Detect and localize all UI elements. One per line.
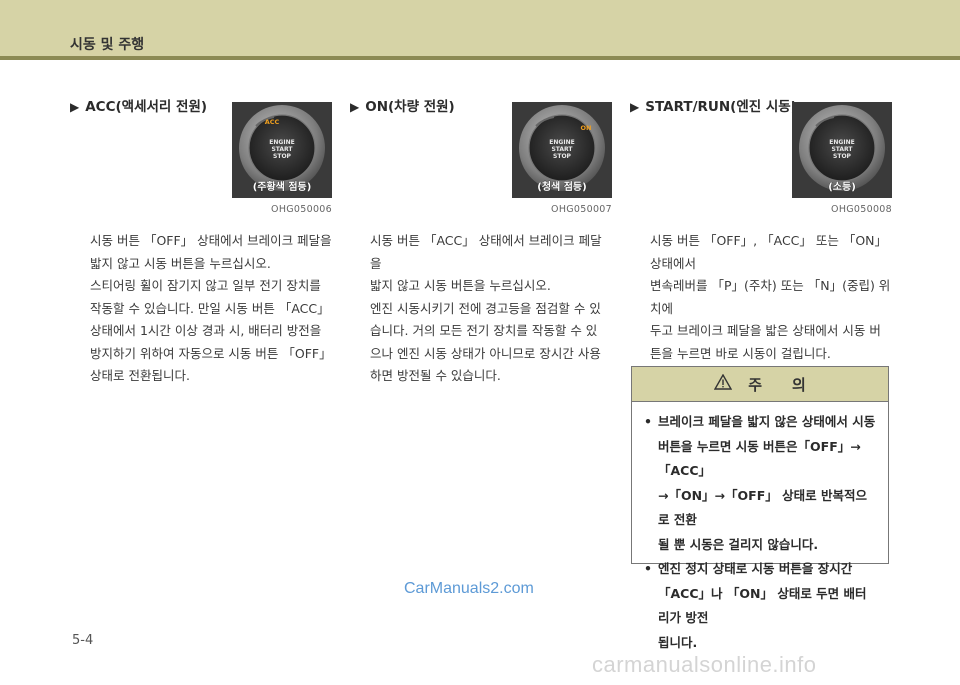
triangle-bullet-icon: ▶ <box>70 100 80 114</box>
section-acc: ▶ ACC(액세서리 전원) ACC ENGINE START STOP (주황색 점등… <box>70 98 332 383</box>
figure-caption: (소등) <box>828 181 856 193</box>
body-line: 시동 버튼 「OFF」, 「ACC」 또는 「ON」 상태에서 <box>650 233 888 271</box>
caution-item: • 브레이크 페달을 밟지 않은 상태에서 시동버튼을 누르면 시동 버튼은「OF… <box>644 410 878 557</box>
section-body: 시동 버튼 「OFF」 상태에서 브레이크 페달을밟지 않고 시동 버튼을 누르… <box>90 230 332 388</box>
button-text-line: ENGINE <box>269 139 294 146</box>
body-line: 으나 엔진 시동 상태가 아니므로 장시간 사용 <box>370 345 601 361</box>
body-line: 튼을 누르면 바로 시동이 걸립니다. <box>650 345 831 361</box>
figure-code: OHG050006 <box>271 204 332 215</box>
body-line: 밟지 않고 시동 버튼을 누르십시오. <box>90 255 271 271</box>
body-line: 시동 버튼 「OFF」 상태에서 브레이크 페달을 <box>90 233 332 248</box>
footer-watermark: carmanualsonline.info <box>592 652 817 677</box>
button-text-line: ENGINE <box>829 139 854 146</box>
body-line: 엔진 시동시키기 전에 경고등을 점검할 수 있 <box>370 300 601 316</box>
caution-line: 될 뿐 시동은 걸리지 않습니다. <box>658 536 819 552</box>
bullet-icon: • <box>644 561 652 576</box>
button-text-line: START <box>831 146 853 153</box>
body-line: 상태로 전환됩니다. <box>90 368 190 383</box>
start-button-figure: ACC ENGINE START STOP (주황색 점등) <box>232 102 332 198</box>
caution-list: • 브레이크 페달을 밟지 않은 상태에서 시동버튼을 누르면 시동 버튼은「OF… <box>632 402 888 655</box>
figure-code: OHG050008 <box>831 204 892 215</box>
triangle-bullet-icon: ▶ <box>350 100 360 114</box>
page-header-title: 시동 및 주행 <box>70 37 145 53</box>
caution-title-2: 의 <box>792 375 806 394</box>
figure-caption: (주황색 점등) <box>253 180 312 193</box>
button-text-line: ENGINE <box>549 139 574 146</box>
lamp-label: ACC <box>265 118 280 126</box>
body-line: 방지하기 위하여 자동으로 시동 버튼 「OFF」 <box>90 345 332 361</box>
triangle-bullet-icon: ▶ <box>630 100 640 114</box>
start-button-figure: ON ENGINE START STOP (청색 점등) <box>512 102 612 198</box>
caution-line: 엔진 정지 상태로 시동 버튼을 장시간 <box>658 561 853 576</box>
body-line: 하면 방전될 수 있습니다. <box>370 368 501 383</box>
lamp-label: ON <box>581 124 592 132</box>
button-text-line: START <box>551 146 573 153</box>
body-line: 두고 브레이크 페달을 밟은 상태에서 시동 버 <box>650 323 881 338</box>
body-line: 상태에서 1시간 이상 경과 시, 배터리 방전을 <box>90 323 322 338</box>
button-text-line: STOP <box>273 153 292 160</box>
section-body: 시동 버튼 「ACC」 상태에서 브레이크 페달을밟지 않고 시동 버튼을 누르… <box>370 230 612 388</box>
caution-line: 브레이크 페달을 밟지 않은 상태에서 시동 <box>658 414 876 429</box>
body-line: 작동할 수 있습니다. 만일 시동 버튼 「ACC」 <box>90 300 330 316</box>
button-text-line: STOP <box>553 153 572 160</box>
section-start-run: ▶ START/RUN(엔진 시동) ENGINE START STOP (소등) O… <box>630 98 892 428</box>
caution-line: →「ON」→「OFF」 상태로 반복적으로 전환 <box>658 487 867 528</box>
figure-code: OHG050007 <box>551 204 612 215</box>
start-button-figure: ENGINE START STOP (소등) <box>792 102 892 198</box>
section-on: ▶ ON(차량 전원) ON ENGINE START STOP (청색 점등) OHG… <box>350 98 612 383</box>
bullet-icon: • <box>644 414 652 429</box>
body-line: 밟지 않고 시동 버튼을 누르십시오. <box>370 278 551 293</box>
caution-item: • 엔진 정지 상태로 시동 버튼을 장시간 「ACC」나 「ON」 상태로 두면 … <box>644 557 878 655</box>
caution-box: 주 의 • 브레이크 페달을 밟지 않은 상태에서 시동버튼을 누르면 시동 버튼… <box>631 366 889 650</box>
warning-triangle-icon <box>713 373 733 394</box>
page-number: 5-4 <box>72 633 94 648</box>
button-text-line: STOP <box>833 153 852 160</box>
caution-header: 주 의 <box>632 367 888 402</box>
body-line: 스티어링 휠이 잠기지 않고 일부 전기 장치를 <box>90 278 321 293</box>
body-line: 시동 버튼 「ACC」 상태에서 브레이크 페달을 <box>370 233 602 271</box>
button-text-line: START <box>271 146 293 153</box>
body-line: 변속레버를 「P」(주차) 또는 「N」(중립) 위치에 <box>650 278 891 316</box>
body-line: 습니다. 거의 모든 전기 장치를 작동할 수 있 <box>370 323 598 338</box>
caution-title-1: 주 <box>748 375 762 394</box>
watermark: CarManuals2.com <box>404 580 534 597</box>
header-rule <box>0 56 960 60</box>
caution-line: 「ACC」나 「ON」 상태로 두면 배터리가 방전 <box>658 585 867 626</box>
figure-caption: (청색 점등) <box>537 180 586 193</box>
caution-line: 버튼을 누르면 시동 버튼은「OFF」→「ACC」 <box>658 438 861 479</box>
